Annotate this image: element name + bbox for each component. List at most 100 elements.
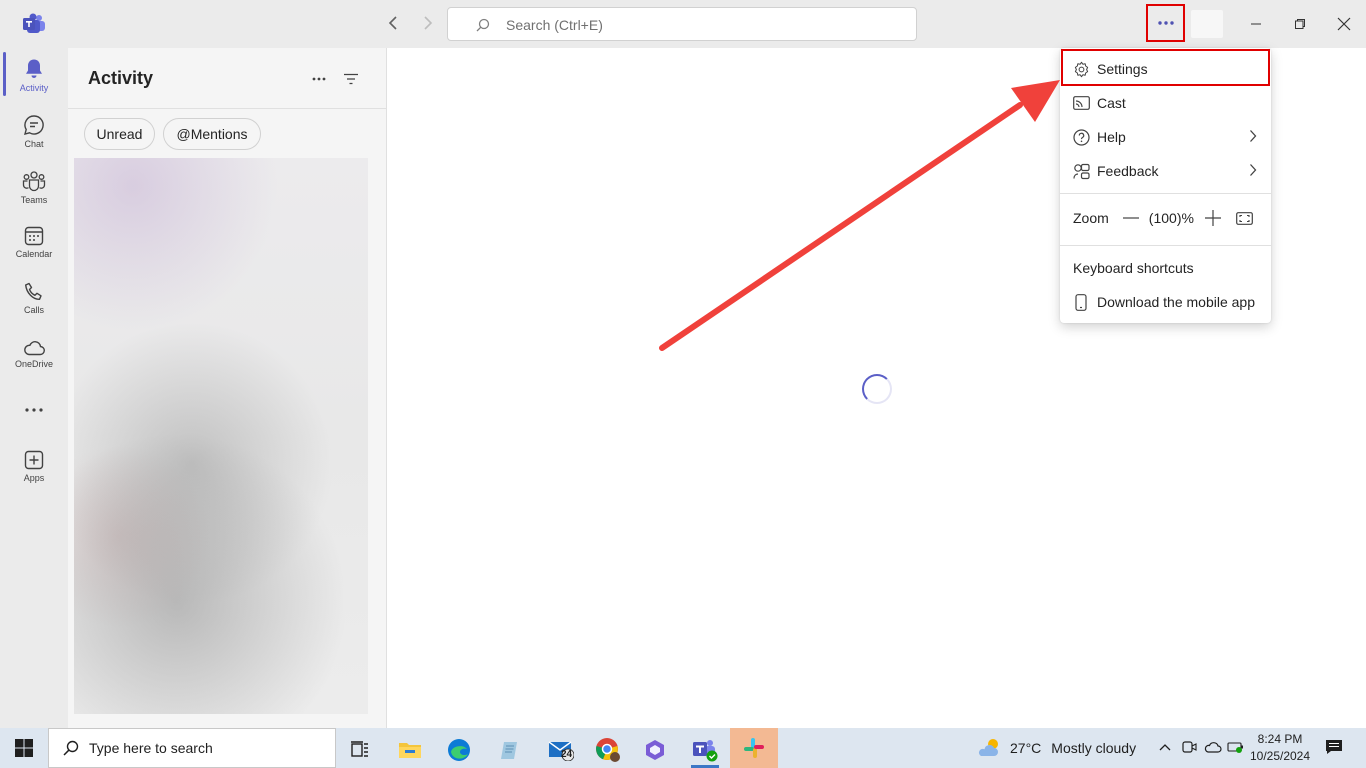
zoom-value: (100)%: [1148, 210, 1194, 226]
chevron-up-icon: [1159, 744, 1171, 751]
meet-now-button[interactable]: [1180, 738, 1198, 756]
menu-item-cast[interactable]: Cast: [1060, 87, 1271, 119]
rail-label: OneDrive: [14, 359, 53, 369]
menu-divider: [1060, 245, 1271, 246]
mobile-phone-icon: [1072, 293, 1090, 311]
menu-label: Keyboard shortcuts: [1073, 260, 1194, 276]
settings-and-more-button[interactable]: [1146, 4, 1185, 42]
chevron-right-icon: [1250, 130, 1257, 142]
rail-label: Teams: [20, 195, 48, 205]
taskbar-search-box[interactable]: Type here to search: [48, 728, 336, 768]
task-view-icon: [351, 741, 368, 757]
rail-item-calls[interactable]: Calls: [0, 272, 68, 324]
fullscreen-button[interactable]: [1236, 210, 1254, 226]
settings-highlight-box: [1061, 49, 1270, 86]
divider: [68, 108, 387, 109]
rail-item-chat[interactable]: Chat: [0, 104, 68, 156]
taskbar-clock[interactable]: 8:24 PM 10/25/2024: [1248, 731, 1312, 765]
slack-icon: [744, 738, 764, 758]
windows-start-icon[interactable]: [14, 738, 34, 758]
ellipsis-icon: [312, 77, 326, 81]
task-view-button[interactable]: [338, 732, 382, 768]
restore-button[interactable]: [1290, 14, 1310, 34]
copilot-icon: [646, 740, 664, 760]
minus-icon: [1122, 217, 1139, 219]
teams-icon: [22, 171, 46, 192]
zoom-label: Zoom: [1073, 210, 1109, 226]
avatar[interactable]: [1191, 10, 1223, 38]
filter-mentions[interactable]: @Mentions: [163, 118, 261, 150]
filter-unread[interactable]: Unread: [84, 118, 155, 150]
loading-spinner: [862, 374, 892, 404]
search-box[interactable]: [447, 7, 917, 41]
activity-title: Activity: [88, 68, 154, 88]
weather-condition: Mostly cloudy: [1051, 740, 1137, 756]
clock-time: 8:24 PM: [1257, 732, 1303, 746]
search-icon: [63, 740, 79, 756]
menu-label: Feedback: [1097, 163, 1159, 179]
teams-taskbar-button[interactable]: [683, 732, 727, 768]
activity-feed-blurred: [74, 158, 368, 714]
activity-more-options-button[interactable]: [308, 68, 330, 90]
settings-menu: Settings Cast Help Feedback Zoom (100)% …: [1060, 48, 1271, 323]
rail-item-more[interactable]: [0, 392, 68, 444]
phone-icon: [25, 282, 42, 301]
filter-icon: [344, 73, 358, 85]
menu-item-help[interactable]: Help: [1060, 121, 1271, 153]
partly-cloudy-icon: [978, 739, 998, 756]
show-hidden-icons-button[interactable]: [1156, 738, 1174, 756]
fit-to-window-icon: [1236, 211, 1254, 225]
cloud-icon: [1204, 742, 1222, 753]
file-explorer-button[interactable]: [388, 732, 432, 768]
zoom-in-button[interactable]: [1204, 210, 1221, 226]
cloud-icon: [24, 341, 45, 356]
back-button[interactable]: [384, 14, 404, 34]
camera-icon: [1182, 741, 1197, 753]
menu-label: Download the mobile app: [1097, 294, 1255, 310]
close-button[interactable]: [1334, 14, 1354, 34]
mail-button[interactable]: 24: [539, 732, 583, 768]
battery-charging-icon: [1227, 742, 1243, 753]
battery-button[interactable]: [1227, 738, 1245, 756]
rail-label: Calls: [23, 305, 44, 315]
menu-divider: [1060, 193, 1271, 194]
teams-logo-icon[interactable]: [22, 12, 46, 36]
minimize-button[interactable]: [1246, 14, 1266, 34]
rail-item-onedrive[interactable]: OneDrive: [0, 328, 68, 380]
rail-label: Calendar: [15, 249, 53, 259]
search-icon: [476, 18, 490, 32]
notepad-icon: [501, 742, 517, 759]
chrome-button[interactable]: [586, 732, 630, 768]
rail-item-teams[interactable]: Teams: [0, 160, 68, 212]
filter-button[interactable]: [340, 68, 362, 90]
activity-panel: Activity Unread @Mentions: [68, 48, 387, 728]
edge-button[interactable]: [437, 732, 481, 768]
zoom-row: Zoom (100)%: [1060, 203, 1271, 233]
menu-item-keyboard-shortcuts[interactable]: Keyboard shortcuts: [1060, 252, 1271, 284]
rail-label: Activity: [19, 83, 49, 93]
rail-item-activity[interactable]: Activity: [0, 48, 68, 100]
rail-item-apps[interactable]: Apps: [0, 440, 68, 492]
folder-icon: [399, 743, 421, 758]
notepad-button[interactable]: [487, 732, 531, 768]
weather-widget[interactable]: 27°C Mostly cloudy: [976, 736, 1136, 760]
app-rail: Activity Chat Teams Calendar Calls OneDr…: [0, 48, 68, 728]
slack-button[interactable]: [730, 728, 778, 768]
notifications-button[interactable]: [1325, 738, 1343, 756]
menu-label: Cast: [1097, 95, 1126, 111]
forward-button[interactable]: [417, 14, 437, 34]
zoom-out-button[interactable]: [1122, 210, 1139, 226]
taskbar-search-text: Type here to search: [89, 740, 213, 756]
chrome-icon: [596, 738, 620, 762]
menu-item-feedback[interactable]: Feedback: [1060, 155, 1271, 187]
rail-item-calendar[interactable]: Calendar: [0, 216, 68, 268]
rail-label: Chat: [24, 139, 44, 149]
temperature: 27°C: [1010, 740, 1042, 756]
onedrive-tray-button[interactable]: [1204, 738, 1222, 756]
search-input[interactable]: [506, 15, 886, 35]
copilot-button[interactable]: [633, 732, 677, 768]
menu-item-download-mobile-app[interactable]: Download the mobile app: [1060, 286, 1271, 318]
feedback-icon: [1072, 162, 1090, 180]
add-app-icon: [24, 450, 44, 470]
edge-icon: [448, 739, 470, 761]
